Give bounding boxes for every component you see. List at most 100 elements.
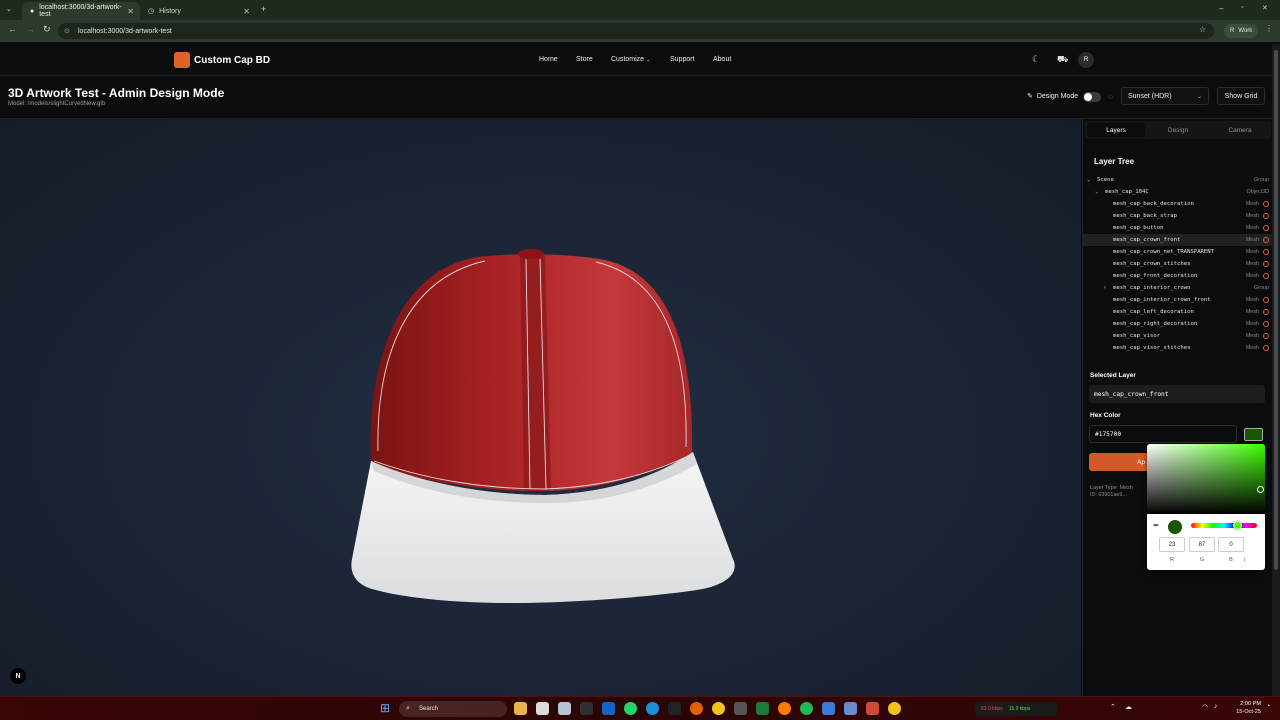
visibility-icon[interactable]	[1263, 213, 1269, 219]
layer-row[interactable]: mesh_cap_visor Mesh	[1083, 330, 1273, 342]
layer-row[interactable]: mesh_cap_button Mesh	[1083, 222, 1273, 234]
spotify-icon[interactable]	[800, 702, 813, 715]
app-icon[interactable]	[866, 702, 879, 715]
wifi-icon[interactable]: ◠	[1202, 703, 1208, 711]
app-icon[interactable]	[822, 702, 835, 715]
layer-row[interactable]: mesh_cap_left_decoration Mesh	[1083, 306, 1273, 318]
saturation-value-area[interactable]	[1147, 444, 1265, 514]
layer-row[interactable]: mesh_cap_interior_crown_front Mesh	[1083, 294, 1273, 306]
clock[interactable]: 2:00 PM 15-Oct-25	[1229, 700, 1261, 716]
layer-row[interactable]: mesh_cap_right_decoration Mesh	[1083, 318, 1273, 330]
visibility-icon[interactable]	[1263, 297, 1269, 303]
nav-support[interactable]: Support	[670, 56, 695, 63]
red-input[interactable]: 23	[1159, 537, 1185, 552]
visibility-icon[interactable]	[1263, 261, 1269, 267]
nextjs-dev-badge[interactable]: N	[10, 668, 26, 684]
hex-color-input[interactable]: #175700	[1089, 425, 1237, 443]
color-swatch-button[interactable]	[1244, 428, 1263, 441]
design-mode-toggle[interactable]	[1083, 92, 1101, 102]
close-tab-icon[interactable]: ✕	[243, 7, 250, 16]
visibility-icon[interactable]	[1263, 225, 1269, 231]
chevron-down-icon[interactable]: ⌄	[1095, 188, 1099, 195]
chevron-down-icon[interactable]: ⌄	[1087, 176, 1091, 183]
nav-store[interactable]: Store	[576, 56, 593, 63]
layer-row[interactable]: mesh_cap_front_decoration Mesh	[1083, 270, 1273, 282]
show-grid-button[interactable]: Show Grid	[1217, 87, 1265, 105]
saturation-handle[interactable]	[1257, 486, 1264, 493]
visibility-icon[interactable]	[1263, 273, 1269, 279]
notification-icon[interactable]: ◔	[1266, 703, 1270, 710]
nav-customize[interactable]: Customize ⌄	[611, 56, 650, 63]
nav-about[interactable]: About	[713, 56, 731, 63]
page-scrollbar[interactable]	[1272, 44, 1280, 696]
scrollbar-thumb[interactable]	[1274, 50, 1278, 570]
site-info-icon[interactable]: ⊙	[64, 27, 70, 35]
visibility-icon[interactable]	[1263, 321, 1269, 327]
whatsapp-icon[interactable]	[624, 702, 637, 715]
visibility-icon[interactable]	[1263, 237, 1269, 243]
hue-slider[interactable]	[1191, 523, 1257, 528]
visibility-icon[interactable]	[1263, 333, 1269, 339]
taskbar-search[interactable]: ⌕ Search	[399, 701, 507, 717]
profile-button[interactable]: R Work	[1224, 24, 1259, 38]
layer-row[interactable]: mesh_cap_crown_stitches Mesh	[1083, 258, 1273, 270]
windows-start-icon[interactable]: ⊞	[380, 701, 390, 715]
excel-icon[interactable]	[756, 702, 769, 715]
cap-3d-model[interactable]	[0, 119, 1081, 696]
app-icon[interactable]	[558, 702, 571, 715]
tray-chevron-icon[interactable]: ⌃	[1110, 703, 1116, 711]
firefox-icon[interactable]	[690, 702, 703, 715]
close-window-icon[interactable]: ✕	[1262, 4, 1268, 12]
cloud-icon[interactable]: ☁	[1125, 703, 1132, 711]
reload-icon[interactable]: ↻	[43, 24, 51, 35]
volume-icon[interactable]: ♪	[1214, 703, 1218, 710]
tab-history[interactable]: ◷ History ✕	[140, 2, 256, 20]
browser-menu-icon[interactable]: ⋮	[1265, 24, 1273, 33]
layer-row-interior-crown[interactable]: › mesh_cap_interior_crown Group	[1083, 282, 1273, 294]
app-icon[interactable]	[844, 702, 857, 715]
app-icon[interactable]	[734, 702, 747, 715]
blue-input[interactable]: 0	[1218, 537, 1244, 552]
eyedropper-icon[interactable]: ✒	[1153, 521, 1160, 530]
tab-camera[interactable]: Camera	[1211, 123, 1269, 137]
brand-name[interactable]: Custom Cap BD	[194, 55, 270, 66]
maximize-icon[interactable]: ▫	[1241, 4, 1243, 11]
outlook-icon[interactable]	[602, 702, 615, 715]
tab-layers[interactable]: Layers	[1087, 123, 1145, 137]
layer-row[interactable]: mesh_cap_visor_stitches Mesh	[1083, 342, 1273, 354]
brand-logo-icon[interactable]	[174, 52, 190, 68]
avatar[interactable]: R	[1078, 52, 1094, 68]
ai-icon[interactable]	[580, 702, 593, 715]
forward-icon[interactable]: →	[26, 24, 35, 34]
chrome-icon[interactable]	[712, 702, 725, 715]
tab-design[interactable]: Design	[1149, 123, 1207, 137]
format-toggle-icon[interactable]: ↕	[1243, 557, 1246, 563]
environment-select[interactable]: Sunset (HDR) ⌄	[1121, 87, 1209, 105]
layer-row-scene[interactable]: ⌄ Scene Group	[1083, 174, 1273, 186]
visibility-icon[interactable]	[1263, 345, 1269, 351]
layer-row[interactable]: mesh_cap_crown_net_TRANSPARENT Mesh	[1083, 246, 1273, 258]
terminal-icon[interactable]	[668, 702, 681, 715]
app-icon[interactable]	[536, 702, 549, 715]
back-icon[interactable]: ←	[8, 24, 17, 34]
visibility-icon[interactable]	[1263, 309, 1269, 315]
minimize-icon[interactable]: –	[1219, 4, 1223, 13]
file-explorer-icon[interactable]	[514, 702, 527, 715]
nav-home[interactable]: Home	[539, 56, 558, 63]
tab-list-icon[interactable]: ⌄	[6, 5, 12, 13]
visibility-icon[interactable]	[1263, 201, 1269, 207]
chevron-right-icon[interactable]: ›	[1103, 284, 1107, 291]
new-tab-icon[interactable]: +	[261, 4, 266, 14]
moon-icon[interactable]: ☾	[1032, 54, 1040, 65]
layer-row[interactable]: mesh_cap_back_decoration Mesh	[1083, 198, 1273, 210]
apply-button[interactable]: Ap	[1089, 453, 1149, 471]
visibility-icon[interactable]	[1263, 249, 1269, 255]
close-tab-icon[interactable]: ✕	[127, 7, 134, 16]
tab-3d-artwork-test[interactable]: ● localhost:3000/3d-artwork-test ✕	[22, 2, 140, 20]
cart-icon[interactable]: ⛟	[1057, 54, 1068, 66]
hue-handle[interactable]	[1233, 521, 1242, 530]
layer-row-selected[interactable]: mesh_cap_crown_front Mesh	[1083, 234, 1273, 246]
app-icon[interactable]	[778, 702, 791, 715]
layer-row-mesh-cap-104c[interactable]: ⌄ mesh_cap_104C Object3D	[1083, 186, 1273, 198]
edge-icon[interactable]	[646, 702, 659, 715]
